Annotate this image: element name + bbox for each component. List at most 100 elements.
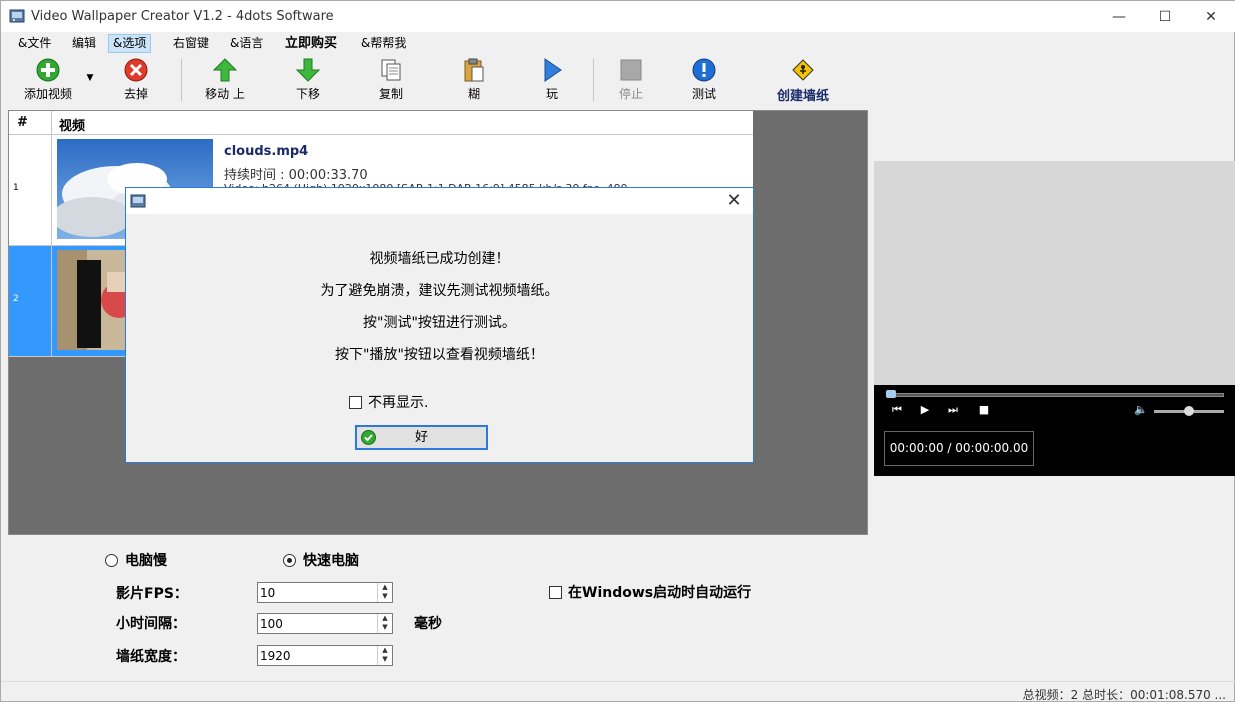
video-preview — [874, 161, 1235, 385]
remove-label: 去掉 — [123, 87, 148, 101]
checkbox-box — [349, 395, 362, 409]
column-header-num[interactable]: # — [17, 115, 28, 130]
move-down-button[interactable]: 下移 — [283, 57, 333, 101]
radio-circle — [105, 553, 118, 567]
ok-label: 好 — [414, 430, 428, 445]
dialog-message-4: 按下"播放"按钮以查看视频墙纸！ — [335, 347, 544, 363]
seek-knob[interactable] — [886, 390, 896, 398]
create-wallpaper-button[interactable]: 创建墙纸 — [769, 57, 837, 104]
radio-circle-checked — [283, 553, 296, 567]
stop-label: 停止 — [618, 87, 643, 101]
copy-button[interactable]: 复制 — [366, 57, 416, 101]
dont-show-checkbox[interactable]: 不再显示. — [349, 392, 428, 412]
dialog-message-2: 为了避免崩溃，建议先测试视频墙纸。 — [320, 283, 559, 299]
paste-label: 糊 — [467, 87, 480, 101]
test-button[interactable]: 测试 — [679, 57, 729, 101]
menu-right-click[interactable]: 右窗键 — [169, 34, 213, 53]
dialog-close-button[interactable]: ✕ — [723, 190, 745, 211]
window-title: Video Wallpaper Creator V1.2 - 4dots Sof… — [31, 9, 334, 24]
interval-stepper[interactable]: 100 ▲ ▼ — [257, 613, 393, 634]
stepper-arrows-icon[interactable]: ▲ ▼ — [377, 583, 392, 602]
fps-value: 10 — [260, 586, 276, 600]
stop-icon — [620, 59, 642, 81]
menu-bar: &文件 编辑 &选项 右窗键 &语言 立即购买 &帮帮我 — [1, 34, 1235, 54]
title-bar: Video Wallpaper Creator V1.2 - 4dots Sof… — [1, 1, 1235, 32]
move-down-label: 下移 — [295, 87, 320, 101]
success-dialog: ✕ 视频墙纸已成功创建！ 为了避免崩溃，建议先测试视频墙纸。 按"测试"按钮进行… — [125, 187, 754, 463]
move-up-label: 移动 上 — [205, 87, 245, 101]
width-stepper[interactable]: 1920 ▲ ▼ — [257, 645, 393, 666]
column-divider — [51, 246, 52, 356]
arrow-down-icon — [295, 58, 321, 82]
dialog-message-3: 按"测试"按钮进行测试。 — [363, 315, 516, 331]
seek-bar[interactable] — [886, 393, 1224, 397]
checkmark-icon — [361, 430, 376, 445]
stop-button[interactable]: 停止 — [606, 57, 656, 101]
slow-pc-radio[interactable]: 电脑慢 — [105, 550, 167, 570]
width-value: 1920 — [260, 649, 291, 663]
toolbar: 添加视频 ▼ 去掉 移动 上 下移 复制 糊 玩 停止 测试 创建墙纸 — [1, 55, 1235, 105]
autostart-checkbox[interactable]: 在Windows启动时自动运行 — [549, 582, 751, 602]
status-bar: 总视频：2 总时长：00:01:08.570 ... — [1, 681, 1235, 702]
add-video-button[interactable]: 添加视频 — [17, 57, 79, 101]
width-label: 墙纸宽度： — [116, 649, 186, 665]
row-number: 1 — [13, 183, 19, 193]
stepper-arrows-icon[interactable]: ▲ ▼ — [377, 646, 392, 665]
add-video-label: 添加视频 — [23, 87, 72, 101]
paste-icon — [464, 58, 484, 82]
player-stop-icon[interactable]: ■ — [975, 403, 993, 425]
menu-help[interactable]: &帮帮我 — [357, 34, 410, 53]
copy-icon — [381, 59, 401, 81]
video-duration: 持续时间 : 00:00:33.70 — [224, 168, 368, 183]
close-button[interactable]: ✕ — [1188, 1, 1234, 32]
grid-header: # 视频 — [9, 111, 753, 135]
column-divider — [51, 111, 52, 135]
dont-show-label: 不再显示. — [368, 395, 429, 411]
interval-label: 小时间隔： — [116, 616, 186, 632]
copy-label: 复制 — [378, 87, 403, 101]
move-up-button[interactable]: 移动 上 — [199, 57, 251, 101]
menu-options[interactable]: &选项 — [108, 34, 152, 53]
dialog-title-bar: ✕ — [126, 188, 753, 214]
info-icon — [692, 58, 716, 82]
volume-knob[interactable] — [1183, 406, 1194, 416]
video-name: clouds.mp4 — [224, 144, 309, 159]
maximize-button[interactable]: ☐ — [1142, 1, 1188, 32]
fast-pc-radio[interactable]: 快速电脑 — [283, 550, 359, 570]
toolbar-separator — [593, 59, 594, 101]
volume-icon[interactable]: 🔈 — [1132, 403, 1150, 425]
interval-unit: 毫秒 — [414, 616, 442, 632]
column-header-video[interactable]: 视频 — [59, 115, 85, 134]
slow-pc-label: 电脑慢 — [125, 553, 167, 569]
add-icon — [36, 58, 60, 82]
remove-button[interactable]: 去掉 — [111, 57, 161, 101]
menu-file[interactable]: &文件 — [14, 34, 55, 53]
arrow-up-icon — [212, 58, 238, 82]
play-button[interactable]: 玩 — [527, 57, 577, 101]
toolbar-separator — [181, 59, 182, 101]
checkbox-box — [549, 585, 562, 599]
menu-edit[interactable]: 编辑 — [68, 34, 100, 53]
menu-language[interactable]: &语言 — [226, 34, 267, 53]
app-icon — [9, 9, 25, 23]
ok-button[interactable]: 好 — [355, 425, 488, 450]
fast-pc-label: 快速电脑 — [303, 553, 359, 569]
paste-button[interactable]: 糊 — [449, 57, 499, 101]
column-divider — [51, 135, 52, 245]
wallpaper-sign-icon — [792, 59, 814, 81]
status-text: 总视频：2 总时长：00:01:08.570 ... — [1022, 688, 1226, 702]
dialog-app-icon — [130, 194, 146, 208]
fps-stepper[interactable]: 10 ▲ ▼ — [257, 582, 393, 603]
autostart-label: 在Windows启动时自动运行 — [568, 585, 752, 601]
minimize-button[interactable]: — — [1096, 1, 1142, 32]
menu-buy-now[interactable]: 立即购买 — [281, 34, 341, 53]
interval-value: 100 — [260, 617, 283, 631]
create-wallpaper-label: 创建墙纸 — [776, 89, 829, 104]
media-player: ⏮ ▶ ⏭ ■ 🔈 00:00:00 / 00:00:00.00 — [874, 385, 1235, 476]
row-number: 2 — [13, 294, 19, 304]
stepper-arrows-icon[interactable]: ▲ ▼ — [377, 614, 392, 633]
test-label: 测试 — [691, 87, 716, 101]
player-play-icon[interactable]: ▶ — [916, 403, 934, 425]
previous-icon[interactable]: ⏮ — [888, 403, 906, 425]
next-icon[interactable]: ⏭ — [944, 403, 962, 425]
